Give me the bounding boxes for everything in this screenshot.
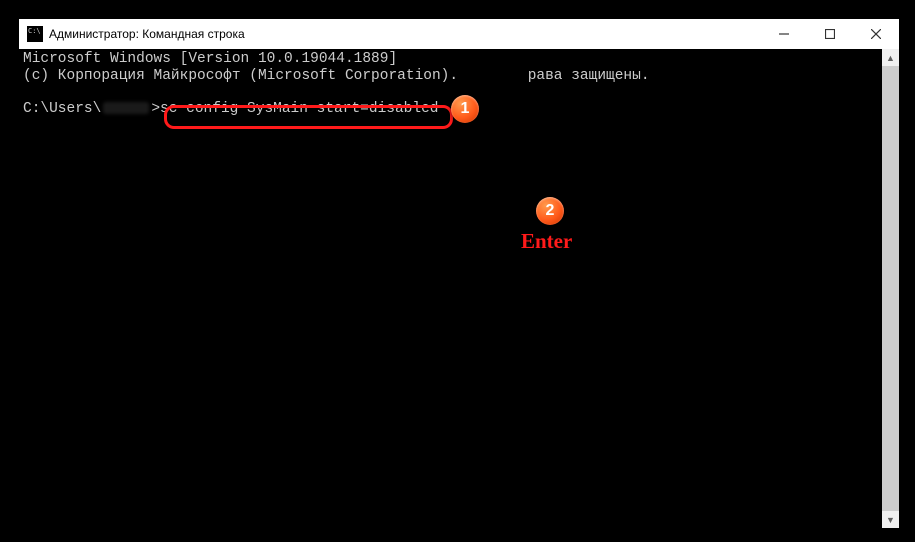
annotation-enter-label: Enter <box>479 205 572 277</box>
prompt-prefix: C:\Users\ <box>23 101 101 117</box>
titlebar[interactable]: Администратор: Командная строка <box>19 19 899 49</box>
scroll-down-button[interactable]: ▼ <box>882 511 899 528</box>
minimize-button[interactable] <box>761 19 807 49</box>
window-title: Администратор: Командная строка <box>49 27 245 41</box>
close-button[interactable] <box>853 19 899 49</box>
redacted-username <box>103 102 149 114</box>
console-line: (c) Корпорация Майкрософт (Microsoft Cor… <box>23 68 895 85</box>
screenshot-frame: Администратор: Командная строка Microsof… <box>0 0 915 542</box>
cmd-icon <box>27 26 43 42</box>
cmd-window: Администратор: Командная строка Microsof… <box>19 19 899 528</box>
scroll-up-button[interactable]: ▲ <box>882 49 899 66</box>
scroll-track[interactable] <box>882 66 899 511</box>
typed-command: sc config SysMain start=disabled <box>160 101 438 117</box>
scroll-thumb[interactable] <box>882 66 899 511</box>
annotation-badge-2: 2 <box>536 197 564 225</box>
console-line: Microsoft Windows [Version 10.0.19044.18… <box>23 51 895 68</box>
maximize-button[interactable] <box>807 19 853 49</box>
prompt-suffix: > <box>151 101 160 117</box>
console-blank <box>23 84 895 101</box>
console-area[interactable]: Microsoft Windows [Version 10.0.19044.18… <box>19 49 899 528</box>
vertical-scrollbar[interactable]: ▲ ▼ <box>882 49 899 528</box>
console-prompt-line: C:\Users\ >sc config SysMain start=disabl… <box>23 101 895 118</box>
